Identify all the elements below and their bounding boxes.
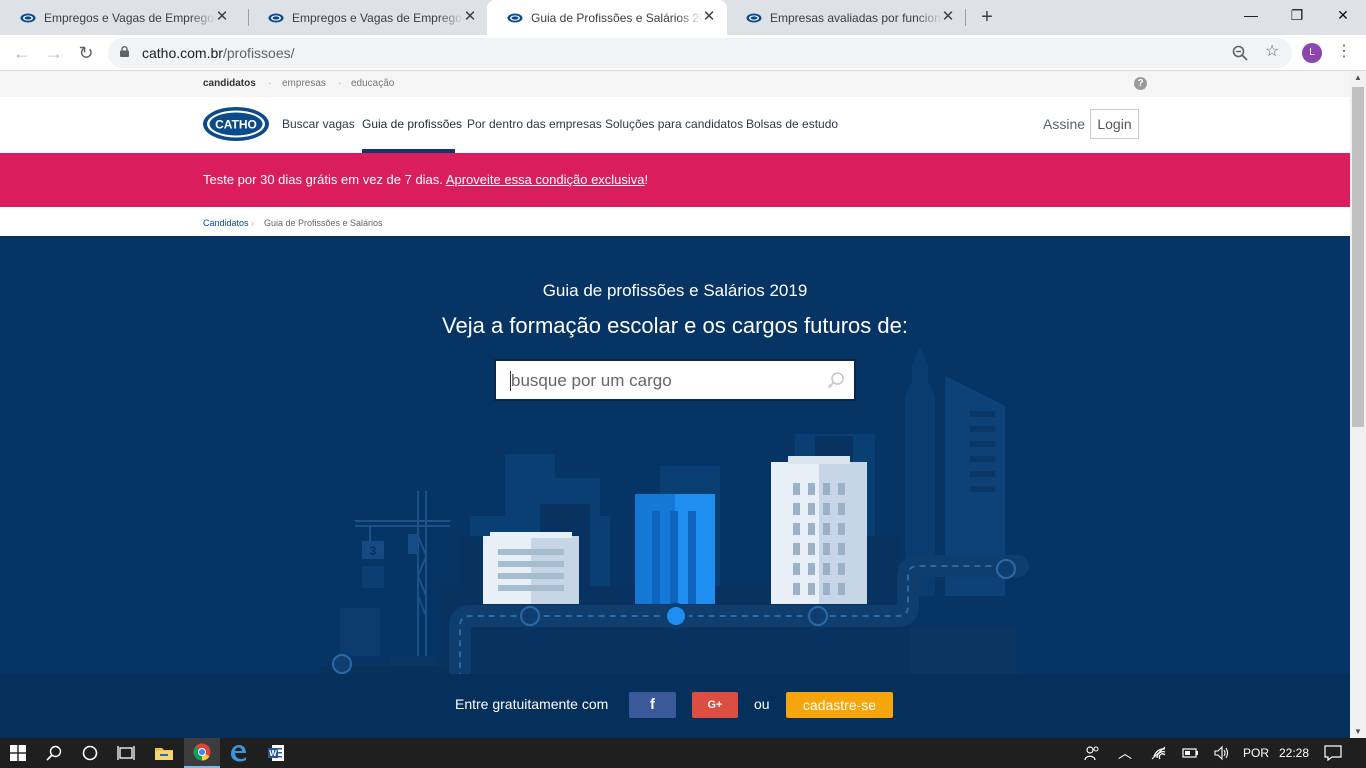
search-icon[interactable]	[36, 738, 72, 768]
minimize-button[interactable]: —	[1228, 0, 1274, 30]
browser-tab[interactable]: Empregos e Vagas de Emprego | ✕	[248, 0, 488, 35]
cadastre-se-button[interactable]: cadastre-se	[786, 692, 893, 718]
breadcrumb-separator: ›	[251, 218, 254, 228]
windows-taskbar: W ︿ POR 22:28	[0, 738, 1366, 768]
promo-link[interactable]: Aproveite essa condição exclusiva	[446, 172, 645, 187]
job-search-input[interactable]: busque por um cargo	[494, 359, 856, 401]
input-language[interactable]: POR	[1243, 746, 1269, 760]
entre-gratuitamente-label: Entre gratuitamente com	[455, 696, 609, 712]
assine-link[interactable]: Assine	[1043, 116, 1085, 132]
google-plus-login-button[interactable]: G+	[692, 692, 738, 718]
url-text: catho.com.br/profissoes/	[142, 45, 295, 61]
browser-tab-bar: Empregos e Vagas de Empregos ✕ Empregos …	[0, 0, 1366, 35]
browser-tab[interactable]: Empregos e Vagas de Empregos ✕	[0, 0, 240, 35]
task-view-icon[interactable]	[108, 738, 144, 768]
nav-solucoes-para-candidatos[interactable]: Soluções para candidatos	[605, 117, 743, 131]
people-icon[interactable]	[1084, 745, 1100, 764]
scroll-up-icon[interactable]: ▲	[1350, 73, 1366, 82]
new-tab-button[interactable]: +	[976, 6, 998, 29]
facebook-login-button[interactable]: f	[629, 692, 676, 718]
web-page: candidatos · empresas · educação ? CATHO…	[0, 71, 1350, 738]
search-icon[interactable]	[826, 370, 846, 390]
nav-por-dentro-das-empresas[interactable]: Por dentro das empresas	[467, 117, 602, 131]
tab-close-icon[interactable]: ✕	[462, 9, 478, 25]
top-links-bar: candidatos · empresas · educação ?	[0, 71, 1350, 97]
bookmark-star-icon[interactable]: ☆	[1262, 42, 1282, 62]
breadcrumb-current: Guia de Profissões e Salários	[264, 218, 383, 228]
top-link-empresas[interactable]: empresas	[282, 78, 326, 89]
social-login-bar: Entre gratuitamente com f G+ ou cadastre…	[0, 674, 1350, 738]
url-host: catho.com.br	[142, 45, 223, 61]
catho-favicon-icon	[268, 13, 284, 22]
back-arrow-icon[interactable]: ←	[10, 41, 34, 65]
browser-menu-icon[interactable]: ⋮	[1336, 41, 1352, 61]
help-icon[interactable]: ?	[1134, 77, 1147, 90]
maximize-button[interactable]: ❐	[1274, 0, 1320, 30]
top-link-educacao[interactable]: educação	[351, 78, 394, 89]
nav-bolsas-de-estudo[interactable]: Bolsas de estudo	[746, 117, 838, 131]
promo-banner: Teste por 30 dias grátis em vez de 7 dia…	[0, 153, 1350, 207]
file-explorer-icon[interactable]	[146, 738, 182, 768]
chrome-taskbar-icon[interactable]	[184, 738, 220, 768]
browser-tab[interactable]: Empresas avaliadas por funcionários ✕	[726, 0, 966, 35]
scrollbar-thumb[interactable]	[1352, 87, 1364, 427]
promo-text-row: Teste por 30 dias grátis em vez de 7 dia…	[203, 172, 648, 187]
promo-end: !	[644, 172, 649, 187]
close-window-button[interactable]: ✕	[1320, 0, 1366, 30]
tab-close-icon[interactable]: ✕	[214, 9, 230, 25]
top-link-candidatos[interactable]: candidatos	[203, 78, 256, 89]
catho-favicon-icon	[20, 13, 36, 22]
edge-icon[interactable]	[220, 738, 256, 768]
top-link-separator: ·	[338, 78, 342, 89]
page-scrollbar[interactable]: ▲ ▼	[1350, 71, 1366, 738]
tab-title: Empregos e Vagas de Emprego |	[292, 10, 464, 25]
text-caret	[510, 371, 511, 391]
svg-text:W: W	[269, 749, 277, 758]
nav-buscar-vagas[interactable]: Buscar vagas	[282, 117, 355, 131]
cortana-icon[interactable]	[72, 738, 108, 768]
tab-title: Empresas avaliadas por funcionários	[770, 10, 942, 25]
search-placeholder: busque por um cargo	[511, 371, 672, 390]
hero-title: Veja a formação escolar e os cargos futu…	[442, 313, 908, 338]
wifi-icon[interactable]	[1151, 745, 1167, 764]
promo-text: Teste por 30 dias grátis em vez de 7 dia…	[203, 172, 446, 187]
hero-section: 3 Guia de profissões e Salários 2019 Vej…	[0, 236, 1350, 738]
address-bar[interactable]: catho.com.br/profissoes/ ☆	[108, 38, 1292, 68]
tab-title: Empregos e Vagas de Empregos	[44, 10, 216, 25]
logo-text: CATHO	[215, 118, 257, 132]
login-button[interactable]: Login	[1090, 109, 1139, 139]
tab-close-icon[interactable]: ✕	[940, 9, 956, 25]
action-center-icon[interactable]	[1324, 745, 1342, 764]
breadcrumb: Candidatos › Guia de Profissões e Salári…	[0, 207, 1350, 236]
profile-avatar[interactable]: L	[1302, 43, 1322, 63]
city-illustration: 3	[320, 346, 1029, 738]
reload-icon[interactable]: ↻	[74, 41, 98, 65]
catho-favicon-icon	[746, 13, 762, 22]
volume-icon[interactable]	[1213, 745, 1231, 764]
url-path: /profissoes/	[222, 45, 295, 61]
catho-logo[interactable]: CATHO	[202, 106, 270, 142]
battery-icon[interactable]	[1182, 745, 1200, 764]
tab-close-icon[interactable]: ✕	[701, 9, 717, 25]
browser-toolbar: ← → ↻ catho.com.br/profissoes/ ☆ L ⋮	[0, 35, 1366, 71]
tab-divider	[965, 9, 966, 26]
breadcrumb-candidatos[interactable]: Candidatos	[203, 218, 249, 228]
crane-block-label: 3	[370, 544, 377, 558]
windows-start-icon[interactable]	[0, 738, 36, 768]
tab-title: Guia de Profissões e Salários 2019	[531, 10, 703, 25]
scroll-down-icon[interactable]: ▼	[1350, 727, 1366, 736]
zoom-icon[interactable]	[1232, 45, 1248, 61]
catho-favicon-icon	[507, 13, 523, 22]
lock-icon	[120, 46, 129, 57]
ou-label: ou	[754, 696, 770, 712]
word-icon[interactable]: W	[258, 738, 294, 768]
nav-guia-de-profissoes[interactable]: Guia de profissões	[362, 117, 462, 131]
hero-subtitle: Guia de profissões e Salários 2019	[542, 281, 808, 300]
browser-tab-active[interactable]: Guia de Profissões e Salários 2019 ✕	[487, 0, 727, 35]
site-header: CATHO Buscar vagas Guia de profissões Po…	[0, 97, 1350, 153]
forward-arrow-icon[interactable]: →	[42, 41, 66, 65]
tray-chevron-up-icon[interactable]: ︿	[1118, 743, 1132, 763]
taskbar-clock[interactable]: 22:28	[1279, 746, 1309, 760]
top-link-separator: ·	[268, 78, 272, 89]
